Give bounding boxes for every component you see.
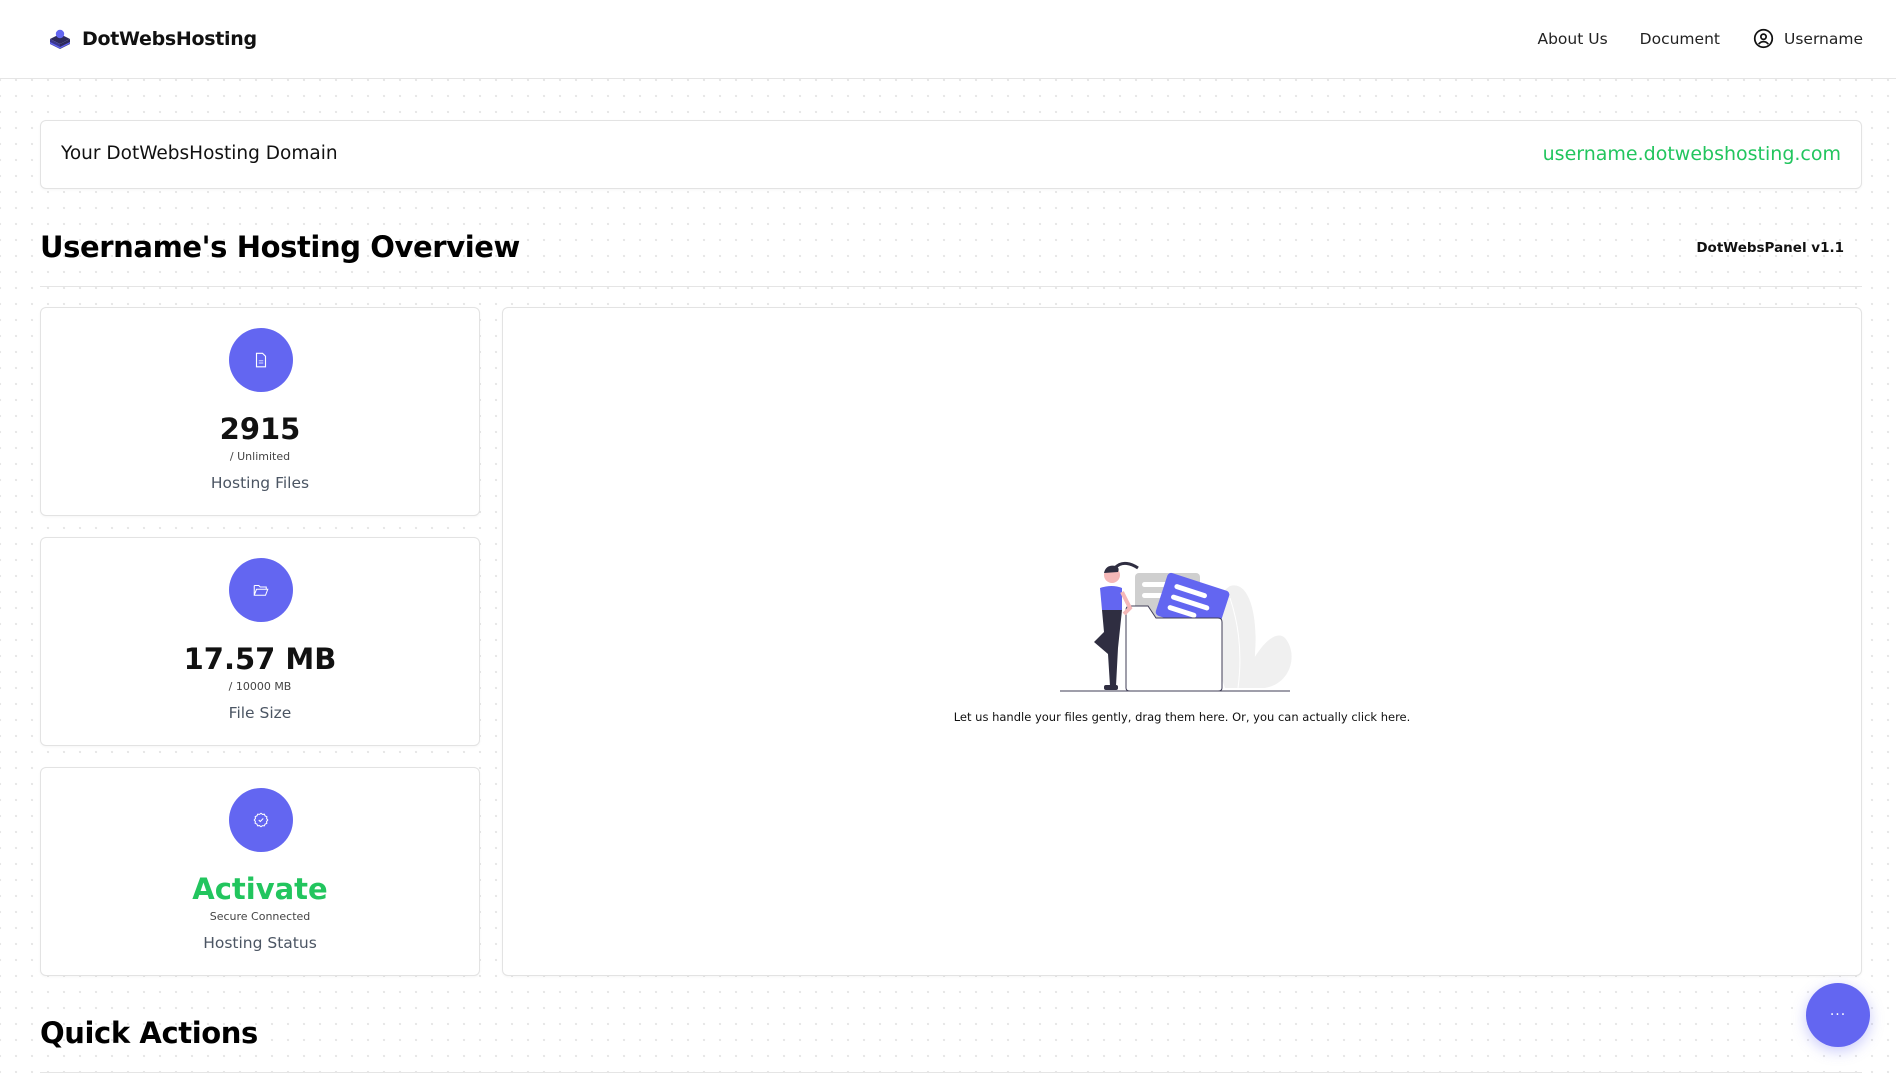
quick-actions-title: Quick Actions	[40, 1016, 258, 1050]
page-title: Username's Hosting Overview	[40, 230, 520, 264]
section-divider	[40, 286, 1862, 287]
top-navbar: DotWebsHosting About Us Document Usernam…	[0, 0, 1896, 79]
panel-version: DotWebsPanel v1.1	[1696, 240, 1844, 256]
domain-link[interactable]: username.dotwebshosting.com	[1543, 143, 1841, 165]
brand-name: DotWebsHosting	[82, 28, 257, 50]
dropzone-instruction: Let us handle your files gently, drag th…	[953, 710, 1411, 724]
more-dots-icon: ···	[1829, 1007, 1847, 1023]
username-label: Username	[1783, 29, 1863, 48]
stat-label: File Size	[228, 704, 292, 722]
user-circle-icon	[1753, 28, 1774, 49]
stat-icon-badge	[229, 788, 293, 852]
badge-check-icon	[253, 812, 269, 828]
stat-value: 2915	[219, 412, 301, 446]
stat-card-hosting-status: Activate Secure Connected Hosting Status	[40, 767, 480, 976]
nav-about-us[interactable]: About Us	[1537, 30, 1607, 48]
domain-label: Your DotWebsHosting Domain	[61, 143, 338, 164]
stat-icon-badge	[229, 558, 293, 622]
stat-value-status: Activate	[192, 872, 328, 906]
nav-document[interactable]: Document	[1640, 30, 1720, 48]
section-divider	[40, 1072, 1862, 1073]
stat-label: Hosting Files	[210, 474, 310, 492]
stat-card-file-size: 17.57 MB / 10000 MB File Size	[40, 537, 480, 746]
stat-status-detail: Secure Connected	[209, 910, 311, 923]
upload-files-illustration	[1060, 561, 1292, 692]
folder-open-icon	[253, 584, 269, 596]
main-nav: About Us Document Username	[1537, 28, 1863, 49]
domain-card: Your DotWebsHosting Domain username.dotw…	[40, 120, 1862, 189]
more-options-fab[interactable]: ···	[1806, 983, 1870, 1047]
stat-value: 17.57 MB	[183, 642, 337, 676]
file-upload-dropzone[interactable]: Let us handle your files gently, drag th…	[502, 307, 1862, 976]
stat-icon-badge	[229, 328, 293, 392]
stat-limit: / Unlimited	[229, 450, 291, 463]
stat-label: Hosting Status	[203, 934, 317, 952]
file-icon	[255, 352, 267, 368]
stat-limit: / 10000 MB	[228, 680, 292, 693]
stat-card-hosting-files: 2915 / Unlimited Hosting Files	[40, 307, 480, 516]
user-menu[interactable]: Username	[1753, 28, 1863, 49]
cube-logo-icon	[50, 29, 70, 49]
brand-logo[interactable]: DotWebsHosting	[48, 27, 257, 51]
